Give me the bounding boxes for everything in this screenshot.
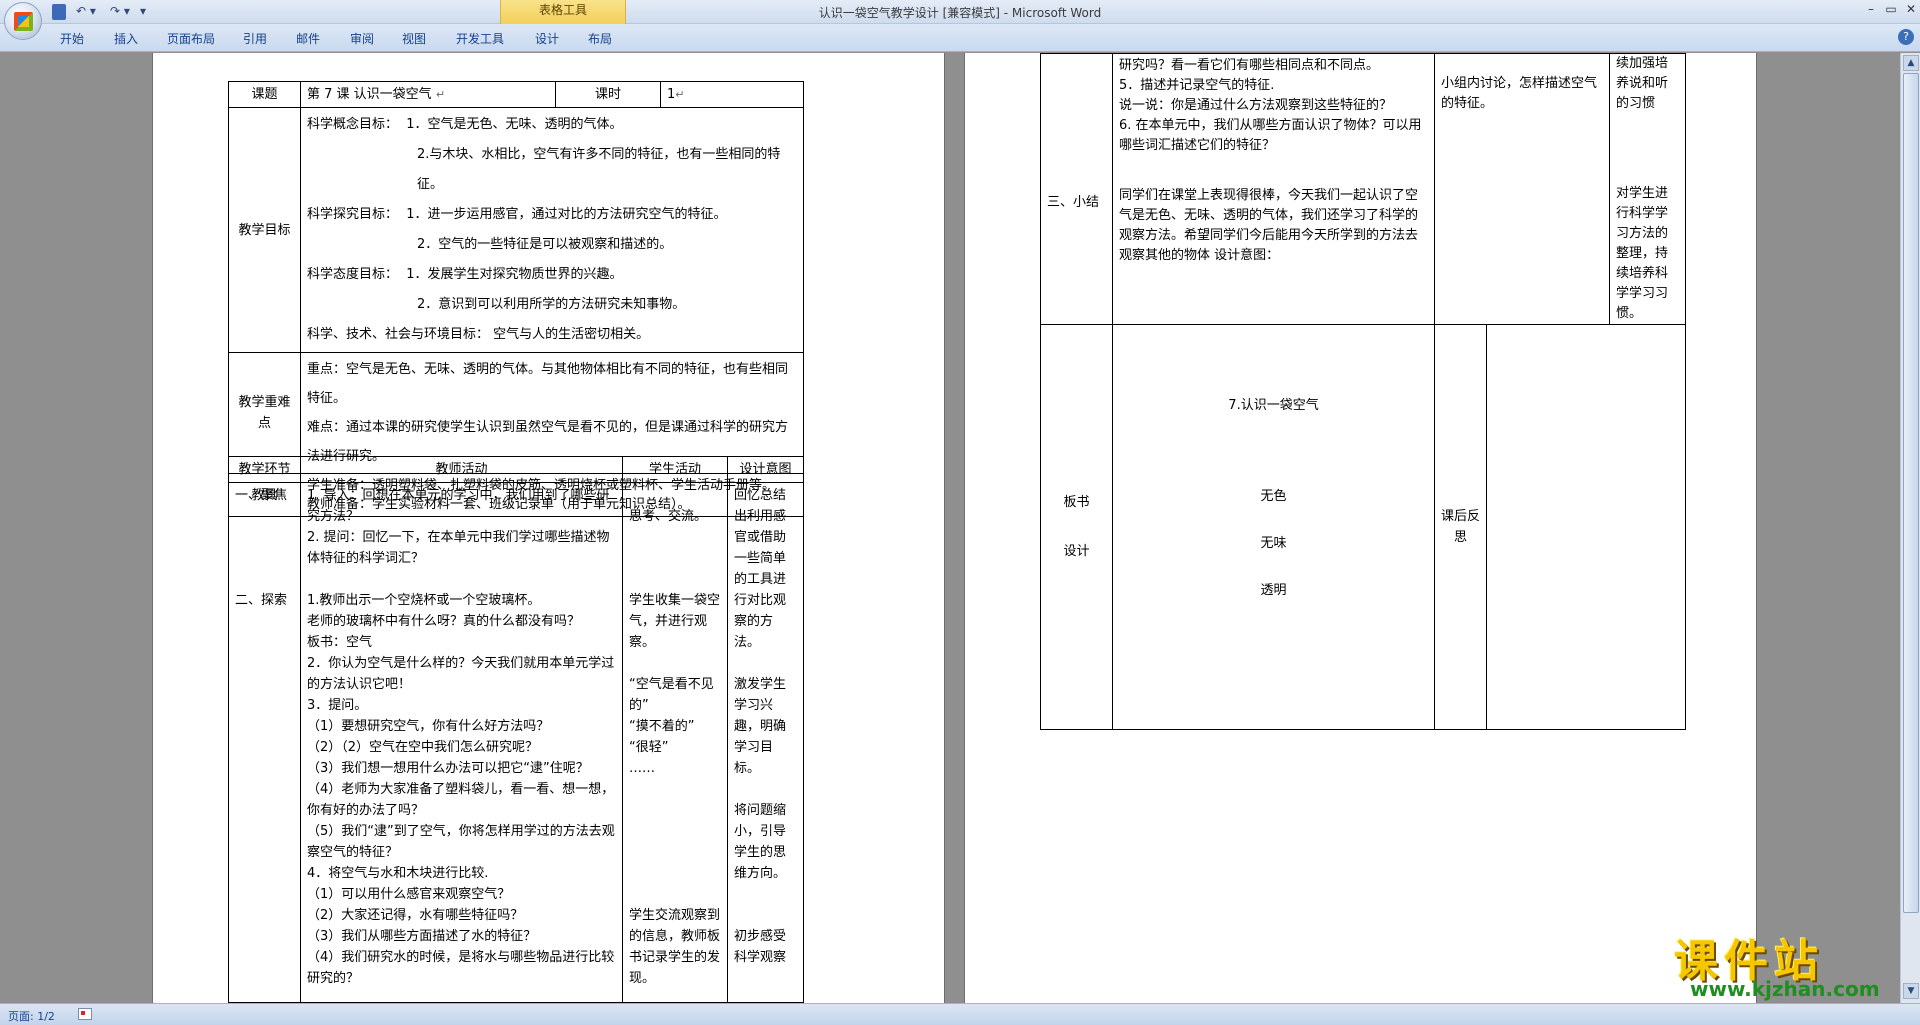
hours-cell[interactable]: 1↵ [660, 81, 804, 108]
minimize-button[interactable]: – [1860, 2, 1882, 20]
lesson-plan-table: 课题 第 7 课 认识一袋空气 ↵ 课时 1↵ 教学目标 科学概念目标： 1．空… [228, 81, 804, 517]
context-tab-group: 表格工具 [500, 0, 626, 24]
section-header[interactable]: 教学环节 [228, 456, 301, 483]
table-row: 教学目标 科学概念目标： 1．空气是无色、无味、透明的气体。 2.与木块、水相比… [228, 107, 804, 353]
title-bar: ↶ ▾ ↷ ▾ ▾ 表格工具 认识一袋空气教学设计 [兼容模式] - Micro… [0, 0, 1920, 24]
goals-label-cell[interactable]: 教学目标 [228, 107, 301, 353]
design-header[interactable]: 设计意图 [727, 456, 804, 483]
maximize-button[interactable]: ▭ [1880, 2, 1902, 20]
table-row: 三、小结 研究吗？看一看它们有哪些相同点和不同点。 5．描述并记录空气的特征. … [1040, 53, 1687, 325]
table-row: 板书 设计 7.认识一袋空气 无色 无味 透明 课后反思 [1040, 324, 1687, 730]
teacher-activity-cell[interactable]: 1. 导入：回想在本单元的学习中，我们用到了哪些研究方法？ 2. 提问：回忆一下… [300, 482, 623, 1003]
save-icon[interactable] [52, 4, 66, 20]
page-count[interactable]: 页面: 1/2 [8, 1008, 55, 1024]
status-bar: 页面: 1/2 [0, 1003, 1920, 1025]
goals-cell[interactable]: 科学概念目标： 1．空气是无色、无味、透明的气体。 2.与木块、水相比，空气有许… [300, 107, 804, 353]
hours-label-cell[interactable]: 课时 [555, 81, 661, 108]
reflection-label-cell[interactable]: 课后反思 [1434, 324, 1487, 730]
customize-qat-icon[interactable]: ▾ [140, 4, 146, 20]
watermark-logo: 课件站 www.kjzhan.com [1668, 925, 1908, 1003]
tab-mailings[interactable]: 邮件 [296, 30, 320, 47]
scroll-up-icon[interactable]: ▲ [1903, 55, 1919, 71]
watermark-url: www.kjzhan.com [1690, 977, 1880, 1001]
document-area: 课题 第 7 课 认识一袋空气 ↵ 课时 1↵ 教学目标 科学概念目标： 1．空… [0, 53, 1900, 1003]
tab-references[interactable]: 引用 [243, 30, 267, 47]
table-row: 课题 第 7 课 认识一袋空气 ↵ 课时 1↵ [228, 81, 804, 108]
tab-developer[interactable]: 开发工具 [456, 30, 504, 47]
teacher-header[interactable]: 教师活动 [300, 456, 623, 483]
design-intent-cell[interactable]: 回忆总结出利用感官或借助一些简单的工具进行对比观察的方法。 激发学生学习兴趣，明… [727, 482, 804, 1003]
reflection-cell[interactable] [1485, 324, 1687, 730]
tab-view[interactable]: 视图 [402, 30, 426, 47]
table-row: 教学环节 教师活动 学生活动 设计意图 [228, 456, 804, 483]
redo-icon[interactable]: ↷ ▾ [110, 4, 130, 20]
teacher-activity-cell[interactable]: 研究吗？看一看它们有哪些相同点和不同点。 5．描述并记录空气的特征. 说一说：你… [1112, 53, 1435, 325]
window-title: 认识一袋空气教学设计 [兼容模式] - Microsoft Word [818, 6, 1102, 20]
close-button[interactable]: ✕ [1900, 2, 1920, 20]
student-activity-cell[interactable]: 思考、交流。 学生收集一袋空气，并进行观察。 “空气是看不见的” “摸不着的” … [622, 482, 728, 1003]
tab-page-layout[interactable]: 页面布局 [167, 30, 215, 47]
vertical-scrollbar[interactable]: ▲ ▼ [1900, 53, 1920, 1003]
office-logo-icon [14, 12, 33, 31]
tab-insert[interactable]: 插入 [114, 30, 138, 47]
tab-home[interactable]: 开始 [60, 30, 84, 47]
board-label-cell[interactable]: 板书 设计 [1040, 324, 1113, 730]
office-button[interactable] [4, 2, 42, 40]
page-1[interactable]: 课题 第 7 课 认识一袋空气 ↵ 课时 1↵ 教学目标 科学概念目标： 1．空… [152, 53, 945, 1003]
topic-title-cell[interactable]: 第 7 课 认识一袋空气 ↵ [300, 81, 556, 108]
section-cell[interactable]: 三、小结 [1040, 53, 1113, 325]
scroll-thumb[interactable] [1903, 73, 1919, 913]
help-icon[interactable]: ? [1898, 29, 1914, 45]
undo-icon[interactable]: ↶ ▾ [76, 4, 96, 20]
page-2[interactable]: 三、小结 研究吗？看一看它们有哪些相同点和不同点。 5．描述并记录空气的特征. … [964, 53, 1757, 1003]
activities-table: 教学环节 教师活动 学生活动 设计意图 一、聚焦 二、探索 1. 导入：回想在本… [228, 456, 804, 1003]
board-design-cell[interactable]: 7.认识一袋空气 无色 无味 透明 [1112, 324, 1435, 730]
tab-review[interactable]: 审阅 [350, 30, 374, 47]
student-header[interactable]: 学生活动 [622, 456, 728, 483]
tab-layout[interactable]: 布局 [588, 30, 612, 47]
topic-label-cell[interactable]: 课题 [228, 81, 301, 108]
tab-design[interactable]: 设计 [535, 30, 559, 47]
ribbon-tabs: 开始 插入 页面布局 引用 邮件 审阅 视图 开发工具 设计 布局 ? [0, 24, 1920, 52]
lesson-plan-table-continued: 三、小结 研究吗？看一看它们有哪些相同点和不同点。 5．描述并记录空气的特征. … [1040, 53, 1687, 730]
section-cell[interactable]: 一、聚焦 二、探索 [228, 482, 301, 1003]
student-design-cell[interactable]: 小组内讨论，怎样描述空气的特征。 续加强培养说和听的习惯 对学生进行科学学习方法… [1433, 53, 1687, 325]
table-row: 一、聚焦 二、探索 1. 导入：回想在本单元的学习中，我们用到了哪些研究方法？ … [228, 482, 804, 1003]
proofing-icon[interactable] [78, 1008, 92, 1020]
